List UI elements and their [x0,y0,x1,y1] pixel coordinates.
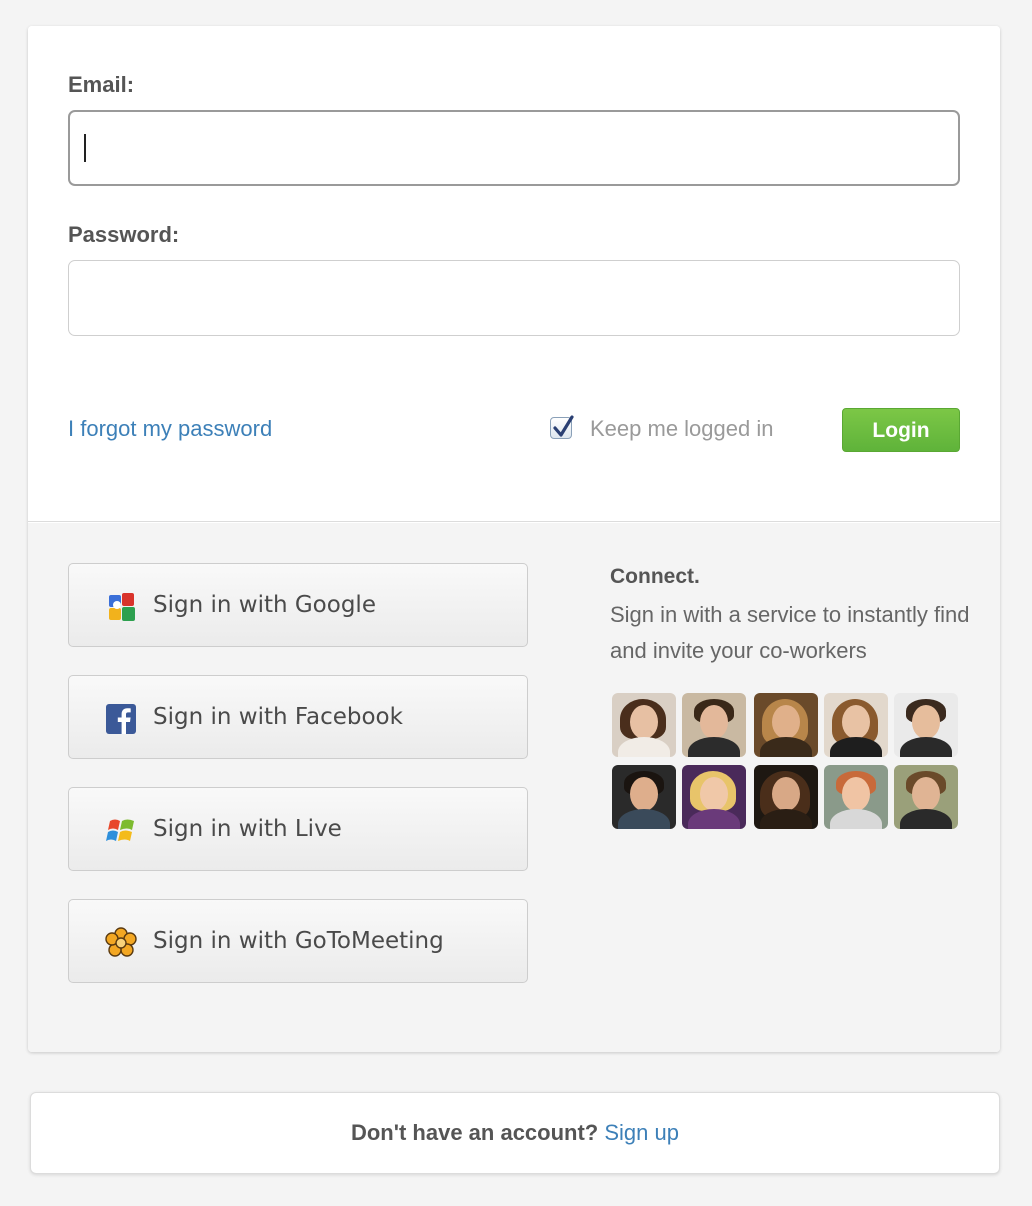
sign-in-gotomeeting-button[interactable]: Sign in with GoToMeeting [68,899,528,983]
keep-logged-in-checkbox[interactable] [550,415,574,439]
windows-live-icon [105,815,137,847]
sign-in-gotomeeting-label: Sign in with GoToMeeting [153,928,444,954]
checkmark-icon [553,415,574,437]
sign-in-facebook-label: Sign in with Facebook [153,704,403,730]
sign-in-live-button[interactable]: Sign in with Live [68,787,528,871]
keep-logged-in-label[interactable]: Keep me logged in [590,416,773,442]
avatar [824,693,888,757]
avatar [612,693,676,757]
login-form: Email: Password: I forgot my password Ke… [28,26,1000,522]
password-input[interactable] [68,260,960,336]
signup-link[interactable]: Sign up [604,1120,679,1145]
avatar [754,693,818,757]
email-input[interactable] [68,110,960,186]
social-signin-section: Sign in with Google Sign in with Faceboo… [28,523,1000,1052]
avatar [824,765,888,829]
text-caret [84,134,86,162]
avatar [754,765,818,829]
avatar [894,765,958,829]
login-card: Email: Password: I forgot my password Ke… [28,26,1000,1052]
email-label: Email: [68,72,135,97]
signup-bar: Don't have an account? Sign up [30,1092,1000,1174]
sign-in-google-label: Sign in with Google [153,592,376,618]
sign-in-google-button[interactable]: Sign in with Google [68,563,528,647]
avatar [682,765,746,829]
password-label: Password: [68,222,180,247]
gotomeeting-icon [105,927,137,959]
signup-question: Don't have an account? [350,1120,599,1145]
login-button[interactable]: Login [842,408,960,452]
forgot-password-link[interactable]: I forgot my password [68,416,272,442]
facebook-icon [105,703,137,735]
sign-in-facebook-button[interactable]: Sign in with Facebook [68,675,528,759]
avatar [894,693,958,757]
google-icon [105,591,137,623]
connect-description: Sign in with a service to instantly find… [610,602,970,663]
avatar [612,765,676,829]
avatar [682,693,746,757]
connect-title: Connect. [610,565,700,588]
sign-in-live-label: Sign in with Live [153,816,342,842]
